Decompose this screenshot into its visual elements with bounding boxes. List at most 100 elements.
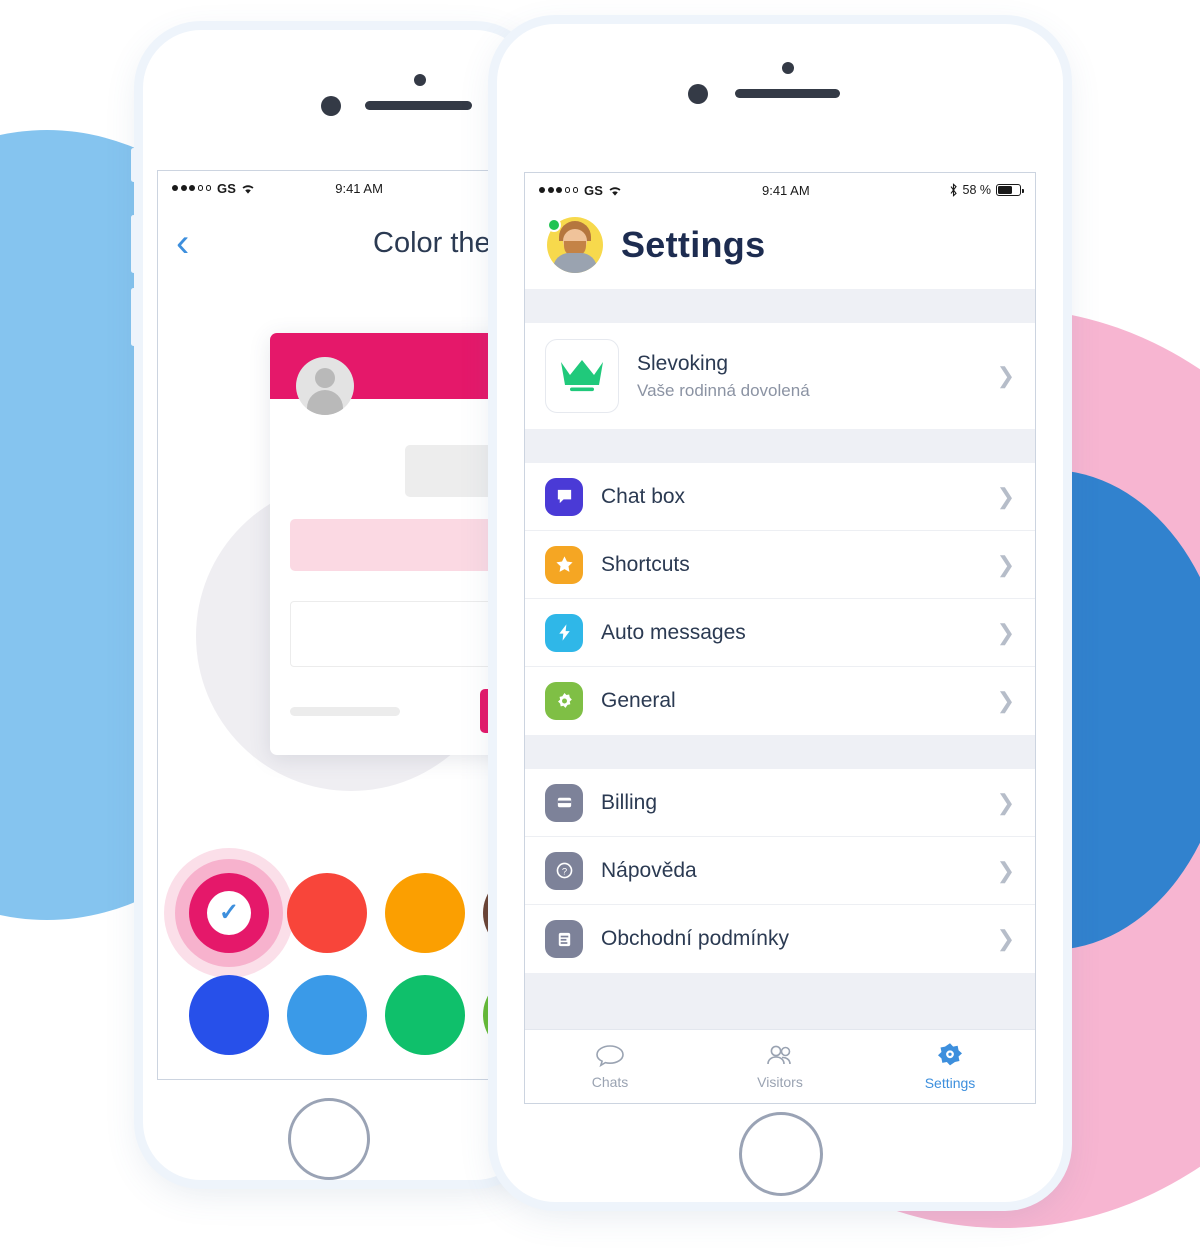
chevron-right-icon: ❯ <box>996 857 1015 883</box>
proximity-sensor-icon <box>321 96 341 116</box>
phone-mockup-left: GS 9:41 AM ‹ Color theme ✓ <box>131 30 547 1180</box>
phone-mockup-right: GS 9:41 AM 58 % Settings Slevoking Vaše … <box>497 24 1063 1202</box>
card-icon <box>545 783 583 822</box>
earpiece-speaker <box>735 89 840 98</box>
left-phone-screen: GS 9:41 AM ‹ Color theme ✓ <box>157 170 547 1080</box>
home-button[interactable] <box>739 1112 823 1196</box>
battery-percent-label: 58 % <box>962 183 992 197</box>
chevron-right-icon: ❯ <box>996 363 1015 388</box>
right-status-bar: GS 9:41 AM 58 % <box>525 173 1035 207</box>
chevron-right-icon: ❯ <box>996 688 1015 713</box>
left-status-bar: GS 9:41 AM <box>158 171 546 205</box>
signal-strength-icon <box>539 187 578 193</box>
tab-settings[interactable]: Settings <box>865 1030 1035 1103</box>
left-navbar: ‹ Color theme <box>158 205 546 281</box>
question-icon: ? <box>545 851 583 890</box>
swatch-light-blue[interactable] <box>278 967 376 1063</box>
list-item-chat-box[interactable]: Chat box ❯ <box>525 463 1035 531</box>
chat-outline-icon <box>596 1045 624 1068</box>
swatch-pink[interactable]: ✓ <box>164 848 294 978</box>
list-item-auto-messages[interactable]: Auto messages ❯ <box>525 599 1035 667</box>
carrier-label: GS <box>584 182 604 198</box>
list-item-general[interactable]: General ❯ <box>525 667 1035 735</box>
list-item-label: General <box>601 689 676 712</box>
list-item-label: Chat box <box>601 484 686 508</box>
bluetooth-icon <box>950 183 957 197</box>
front-camera-icon <box>414 74 426 86</box>
promo-title: Slevoking <box>637 351 729 375</box>
preview-footer-line <box>290 706 400 716</box>
status-time: 9:41 AM <box>335 180 383 196</box>
carrier-label: GS <box>217 180 237 196</box>
chevron-right-icon: ❯ <box>996 619 1015 645</box>
swatch-orange[interactable] <box>376 865 474 961</box>
promo-text-block: Slevoking Vaše rodinná dovolená <box>637 352 979 401</box>
swatch-red[interactable] <box>278 865 376 961</box>
list-item-obchodni-podminky[interactable]: Obchodní podmínky ❯ <box>525 905 1035 973</box>
signal-strength-icon <box>172 185 211 191</box>
home-button[interactable] <box>288 1098 370 1180</box>
chevron-right-icon: ❯ <box>996 926 1015 951</box>
settings-header: Settings <box>525 207 1035 289</box>
tab-label: Visitors <box>757 1074 803 1090</box>
wifi-icon <box>609 186 621 196</box>
chat-bubble-icon <box>545 477 583 516</box>
section-gap-bottom <box>525 973 1035 1029</box>
gear-icon <box>545 682 583 720</box>
list-item-label: Shortcuts <box>601 552 690 576</box>
visitors-people-icon <box>767 1045 791 1065</box>
promo-subtitle: Vaše rodinná dovolená <box>637 380 810 400</box>
list-item-promo[interactable]: Slevoking Vaše rodinná dovolená ❯ <box>525 323 1035 429</box>
check-icon: ✓ <box>207 891 251 935</box>
list-item-label: Auto messages <box>601 620 746 644</box>
right-status-battery-group: 58 % <box>949 183 1024 197</box>
left-status-signal-group: GS <box>172 181 256 196</box>
earpiece-speaker <box>365 101 472 110</box>
right-phone-screen: GS 9:41 AM 58 % Settings Slevoking Vaše … <box>524 172 1036 1104</box>
star-icon <box>545 545 583 584</box>
tab-label: Settings <box>924 1075 976 1091</box>
list-item-label: Nápověda <box>601 858 697 882</box>
section-gap-top <box>525 289 1035 323</box>
list-item-shortcuts[interactable]: Shortcuts ❯ <box>525 531 1035 599</box>
settings-group-one: Chat box ❯ Shortcuts ❯ Auto messages ❯ G… <box>525 463 1035 735</box>
phone-volume-down-button <box>131 288 136 346</box>
list-item-label: Obchodní podmínky <box>601 927 789 950</box>
front-camera-icon <box>782 62 794 74</box>
tab-label: Chats <box>591 1074 629 1090</box>
list-item-napoveda[interactable]: ? Nápověda ❯ <box>525 837 1035 905</box>
document-icon <box>545 920 583 958</box>
tab-visitors[interactable]: Visitors <box>695 1030 865 1103</box>
chevron-right-icon: ❯ <box>996 789 1015 815</box>
gear-filled-icon <box>938 1043 962 1066</box>
online-status-badge <box>547 218 561 232</box>
svg-text:?: ? <box>561 866 566 877</box>
tab-chats[interactable]: Chats <box>525 1030 695 1103</box>
battery-icon <box>996 184 1024 196</box>
screenshot-stage: GS 9:41 AM ‹ Color theme ✓ GS 9:41 AM 58… <box>0 0 1200 1260</box>
chevron-right-icon: ❯ <box>996 483 1015 509</box>
settings-group-two: Billing ❯ ? Nápověda ❯ Obchodní podmínky… <box>525 769 1035 973</box>
list-item-label: Billing <box>601 790 658 814</box>
list-item-billing[interactable]: Billing ❯ <box>525 769 1035 837</box>
phone-volume-up-button <box>131 215 136 273</box>
status-time: 9:41 AM <box>761 182 810 198</box>
right-status-signal-group: GS <box>539 183 623 198</box>
chevron-right-icon: ❯ <box>996 551 1015 577</box>
color-theme-body: ✓ <box>158 281 546 1079</box>
promo-group: Slevoking Vaše rodinná dovolená ❯ <box>525 323 1035 429</box>
section-gap-two <box>525 735 1035 769</box>
proximity-sensor-icon <box>688 84 708 104</box>
wifi-icon <box>242 184 254 194</box>
bolt-icon <box>545 613 583 652</box>
user-avatar-icon <box>296 357 354 415</box>
crown-icon <box>545 339 619 413</box>
avatar[interactable] <box>547 217 603 273</box>
page-title: Settings <box>621 224 766 265</box>
bottom-tab-bar: Chats Visitors Settings <box>525 1029 1035 1103</box>
section-gap-one <box>525 429 1035 463</box>
color-swatch-grid: ✓ <box>164 848 546 1063</box>
swatch-indigo[interactable] <box>180 967 278 1063</box>
swatch-green[interactable] <box>376 967 474 1063</box>
page-title: Color theme <box>373 226 531 259</box>
